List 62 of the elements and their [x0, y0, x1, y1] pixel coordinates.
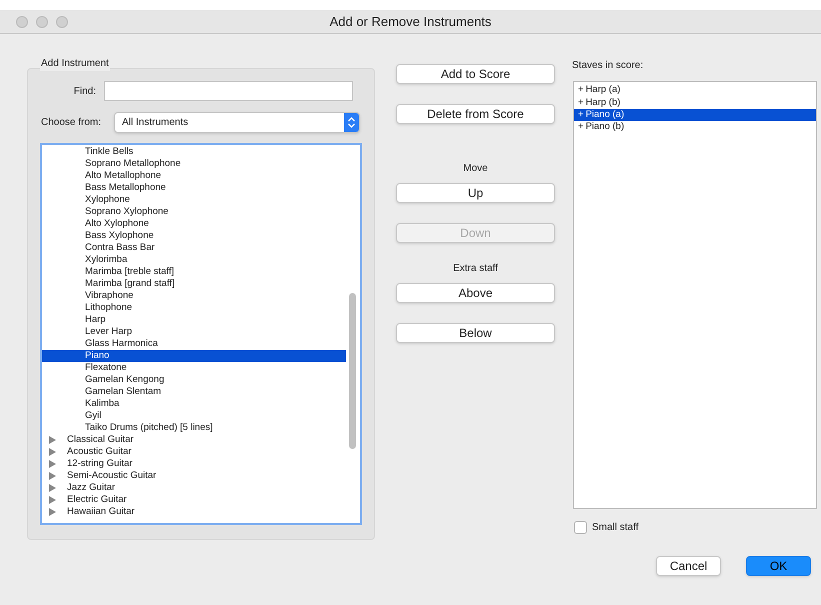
action-button[interactable]: Delete from Score [396, 104, 555, 124]
small-staff-checkbox[interactable] [574, 521, 587, 534]
small-staff-label: Small staff [592, 521, 638, 535]
instrument-item[interactable]: Tinkle Bells [42, 146, 346, 158]
instrument-item[interactable]: Contra Bass Bar [42, 242, 346, 254]
instrument-item[interactable]: Electric Guitar [42, 494, 346, 506]
instrument-item[interactable]: Taiko Drums (pitched) [5 lines] [42, 422, 346, 434]
collapsed-triangle-icon[interactable] [49, 436, 56, 444]
instrument-item[interactable]: Alto Xylophone [42, 218, 346, 230]
instrument-item[interactable]: Flexatone [42, 362, 346, 374]
instrument-item[interactable]: Gamelan Kengong [42, 374, 346, 386]
find-field[interactable] [104, 81, 353, 101]
instrument-item[interactable]: Bass Metallophone [42, 182, 346, 194]
instrument-item[interactable]: Acoustic Guitar [42, 446, 346, 458]
instrument-item[interactable]: Xylorimba [42, 254, 346, 266]
instrument-item[interactable]: Hawaiian Guitar [42, 506, 346, 518]
instrument-item[interactable]: 12-string Guitar [42, 458, 346, 470]
instrument-item[interactable]: Classical Guitar [42, 434, 346, 446]
instrument-item[interactable]: Alto Metallophone [42, 170, 346, 182]
instrument-item[interactable]: Harp [42, 314, 346, 326]
instrument-item[interactable]: Jazz Guitar [42, 482, 346, 494]
instrument-item[interactable]: Lithophone [42, 302, 346, 314]
instrument-item[interactable]: Gyil [42, 410, 346, 422]
instrument-item[interactable]: Gamelan Slentam [42, 386, 346, 398]
instrument-item[interactable]: Vibraphone [42, 290, 346, 302]
dialog-button[interactable]: OK [746, 556, 811, 576]
instrument-item[interactable]: Soprano Xylophone [42, 206, 346, 218]
instrument-item[interactable]: Piano [42, 350, 346, 362]
instrument-item[interactable]: Kalimba [42, 398, 346, 410]
instrument-item[interactable]: Xylophone [42, 194, 346, 206]
staff-item[interactable]: + Harp (a) [574, 84, 816, 96]
window-title: Add or Remove Instruments [330, 12, 492, 31]
action-button[interactable]: Below [396, 323, 555, 343]
instrument-item[interactable]: Soprano Metallophone [42, 158, 346, 170]
find-label: Find: [72, 84, 97, 98]
staff-item[interactable]: + Piano (a) [574, 108, 816, 121]
staves-label: Staves in score: [572, 60, 644, 72]
choose-label: Choose from: [40, 116, 102, 130]
instrument-item[interactable]: Bass Xylophone [42, 230, 346, 242]
staff-item[interactable]: + Harp (b) [574, 96, 816, 109]
instrument-item[interactable]: Semi-Acoustic Guitar [42, 470, 346, 482]
collapsed-triangle-icon[interactable] [49, 472, 56, 480]
stepper-icon [344, 113, 359, 132]
collapsed-triangle-icon[interactable] [49, 460, 56, 468]
group-title: Add Instrument [40, 56, 110, 71]
collapsed-triangle-icon[interactable] [49, 496, 56, 504]
action-button[interactable]: Above [396, 283, 555, 303]
section-label: Extra staff [452, 263, 499, 275]
action-button[interactable]: Add to Score [396, 64, 555, 84]
section-label: Move [462, 163, 489, 175]
collapsed-triangle-icon[interactable] [49, 508, 56, 516]
instrument-item[interactable]: Marimba [treble staff] [42, 266, 346, 278]
collapsed-triangle-icon[interactable] [49, 484, 56, 492]
choose-select[interactable]: All Instruments [114, 112, 360, 133]
staff-item[interactable]: + Piano (b) [574, 120, 816, 134]
scrollbar-thumb[interactable] [349, 293, 356, 449]
instrument-item[interactable]: Glass Harmonica [42, 338, 346, 350]
dialog-button[interactable]: Cancel [656, 556, 721, 576]
collapsed-triangle-icon[interactable] [49, 448, 56, 456]
action-button[interactable]: Up [396, 183, 555, 203]
instrument-item[interactable]: Marimba [grand staff] [42, 278, 346, 290]
instrument-item[interactable]: Lever Harp [42, 326, 346, 338]
